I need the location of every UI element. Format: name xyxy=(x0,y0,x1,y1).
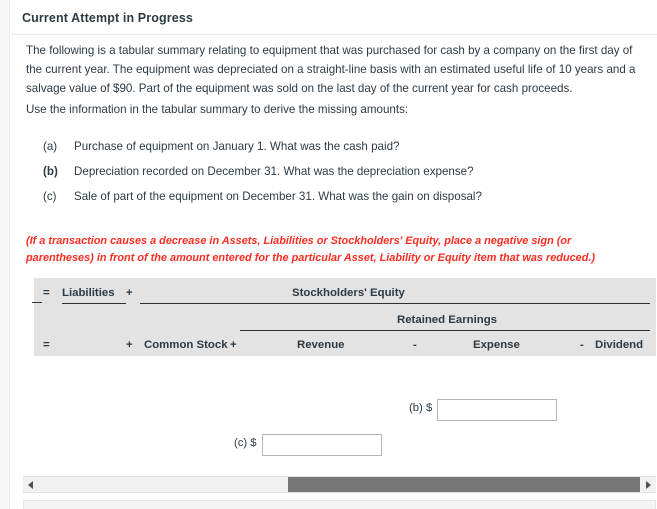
answer-label-c: (c) $ xyxy=(234,437,257,449)
column-header-retained-earnings: Retained Earnings xyxy=(397,314,498,326)
question-label-a: (a) xyxy=(43,140,58,153)
instruction-text: Use the information in the tabular summa… xyxy=(26,103,409,116)
plus-sign-1: + xyxy=(126,339,133,351)
table-header-band: = Liabilities + Stockholders' Equity Ret… xyxy=(32,278,656,356)
rule-retained-earnings xyxy=(240,330,650,331)
equals-sign-top: = xyxy=(43,287,50,299)
column-header-dividend: Dividend xyxy=(595,339,644,351)
attempt-header: Current Attempt in Progress xyxy=(11,0,657,35)
column-header-liabilities: Liabilities xyxy=(62,287,115,299)
intro-paragraph: The following is a tabular summary relat… xyxy=(26,44,636,95)
scroll-right-button[interactable] xyxy=(641,477,656,492)
answer-input-b[interactable] xyxy=(437,399,557,421)
rule-liabilities xyxy=(62,303,126,304)
triangle-right-icon xyxy=(646,480,651,489)
list-item: (b) Depreciation recorded on December 31… xyxy=(26,159,641,184)
page-title: Current Attempt in Progress xyxy=(22,11,193,25)
answer-input-c[interactable] xyxy=(262,434,382,456)
plus-sign-top: + xyxy=(126,287,133,299)
list-item: (a) Purchase of equipment on January 1. … xyxy=(26,134,641,159)
column-header-revenue: Revenue xyxy=(297,339,345,351)
left-gutter xyxy=(0,0,10,509)
question-text-b: Depreciation recorded on December 31. Wh… xyxy=(74,165,474,178)
triangle-left-icon xyxy=(28,480,33,489)
minus-sign-1: - xyxy=(413,339,417,351)
table-header-row-3: = + Common Stock + Revenue - Expense - D… xyxy=(34,336,656,355)
scroll-left-button[interactable] xyxy=(23,477,38,492)
minus-sign-2: - xyxy=(580,339,584,351)
column-header-common-stock: Common Stock xyxy=(144,339,228,351)
answer-label-b: (b) $ xyxy=(409,402,433,414)
page-content: Current Attempt in Progress The followin… xyxy=(11,0,657,509)
column-header-stockholders-equity: Stockholders' Equity xyxy=(292,287,405,299)
question-label-b: (b) xyxy=(43,165,58,178)
column-header-expense: Expense xyxy=(473,339,520,351)
rule-stockholders-equity xyxy=(140,303,650,304)
question-page: Current Attempt in Progress The followin… xyxy=(0,0,657,509)
table-header-row-1: = Liabilities + Stockholders' Equity xyxy=(34,284,656,303)
list-item: (c) Sale of part of the equipment on Dec… xyxy=(26,184,641,209)
horizontal-scrollbar[interactable] xyxy=(23,476,656,493)
table-header-row-2: Retained Earnings xyxy=(34,311,656,330)
plus-sign-2: + xyxy=(230,339,237,351)
question-label-c: (c) xyxy=(43,190,57,203)
bottom-panel-edge xyxy=(23,500,656,509)
equals-sign-bottom: = xyxy=(43,339,50,351)
scrollbar-thumb[interactable] xyxy=(288,477,640,492)
question-list: (a) Purchase of equipment on January 1. … xyxy=(26,134,641,209)
negative-sign-note: (If a transaction causes a decrease in A… xyxy=(26,235,596,264)
question-text-c: Sale of part of the equipment on Decembe… xyxy=(74,190,482,203)
question-text-a: Purchase of equipment on January 1. What… xyxy=(74,140,400,153)
